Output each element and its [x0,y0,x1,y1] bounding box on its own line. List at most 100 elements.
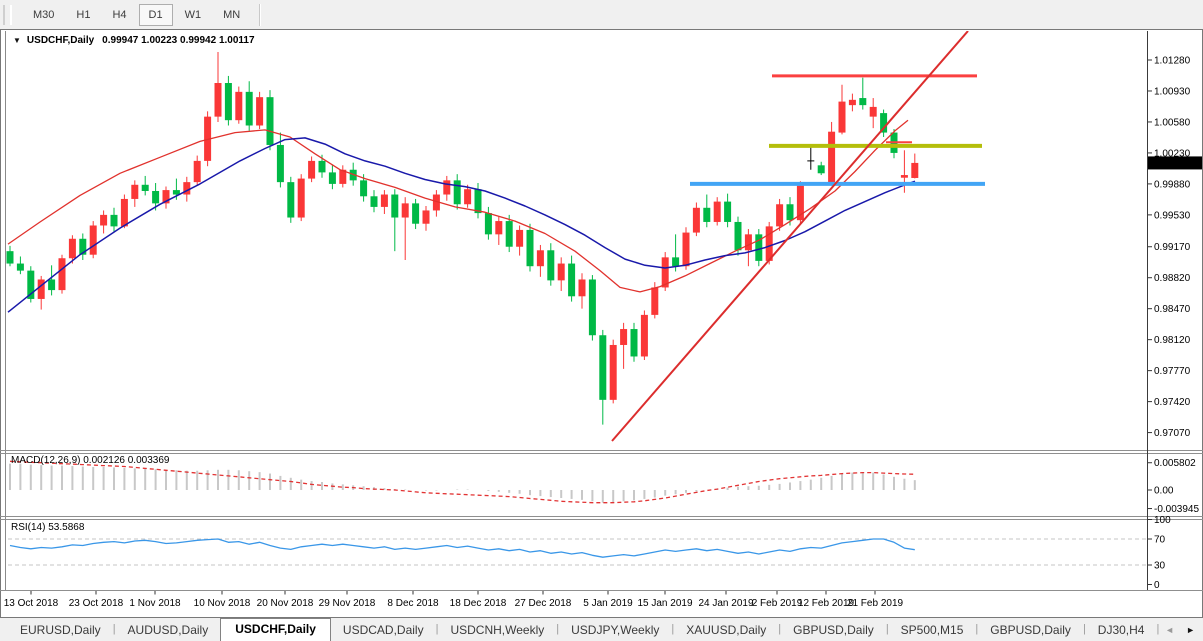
candle-up [911,162,919,178]
tab-usdchf-daily[interactable]: USDCHF,Daily [220,618,331,641]
tab-audusd-daily[interactable]: AUDUSD,Daily [116,620,221,641]
candle-up [495,221,503,235]
candle-up [422,210,430,224]
macd-axis-tick: -0.003945 [1154,504,1199,515]
candle-down [505,221,513,247]
timeframe-button-h1[interactable]: H1 [66,4,100,26]
date-axis-label: 2 Feb 2019 [752,598,803,609]
tab-sp500-m15[interactable]: SP500,M15 [889,620,976,641]
candle-down [245,91,253,126]
candle-down [568,263,576,297]
candle-up [609,344,617,400]
tab-scroll-left-icon[interactable]: ◄ [1165,625,1174,635]
chart-canvas[interactable]: 1.012801.009301.005801.002300.998800.995… [0,29,1203,618]
candle-up [848,99,856,106]
candle-up [256,97,264,126]
candle-down [817,165,825,174]
candle-down [724,201,732,222]
price-axis-tick: 0.99170 [1154,242,1191,253]
candle-down [412,203,420,224]
candle-up [193,160,201,183]
candle-up [308,160,316,179]
date-axis-label: 23 Oct 2018 [69,598,124,609]
candle-down [266,97,274,145]
rsi-indicator-label: RSI(14) 53.5868 [11,522,84,533]
candle-down [526,229,534,267]
price-axis-tick: 0.97420 [1154,397,1191,408]
chart-ohlc-values: 0.99947 1.00223 0.99942 1.00117 [102,35,255,46]
date-axis-label: 15 Jan 2019 [637,598,692,609]
rsi-axis-tick: 70 [1154,535,1166,546]
candle-down [370,196,378,207]
price-axis-tick: 0.98120 [1154,335,1191,346]
tab-scroll-right-icon[interactable]: ► [1186,625,1195,635]
tab-dj30-h4[interactable]: DJ30,H4 [1086,620,1157,641]
tab-gbpusd-daily[interactable]: GBPUSD,Daily [781,620,886,641]
macd-name: MACD(12,26,9) [11,455,81,466]
tab-usdcnh-weekly[interactable]: USDCNH,Weekly [438,620,556,641]
candle-down [453,180,461,205]
candle-down [152,190,160,204]
candle-down [703,207,711,222]
date-axis-label: 10 Nov 2018 [194,598,251,609]
candle-down [547,250,555,281]
price-axis-tick: 0.98470 [1154,304,1191,315]
timeframe-button-w1[interactable]: W1 [175,4,212,26]
candle-down [360,180,368,197]
price-axis-tick: 0.99530 [1154,210,1191,221]
date-axis-label: 1 Nov 2018 [129,598,181,609]
candle-up [692,207,700,233]
timeframe-button-mn[interactable]: MN [213,4,250,26]
candle-down [328,172,336,184]
candle-up [37,279,45,299]
macd-values: 0.002126 0.003369 [83,455,170,466]
symbol-dropdown-icon[interactable]: ▼ [13,36,21,45]
candle-up [131,184,139,199]
candle-up [68,238,76,259]
tab-xauusd-daily[interactable]: XAUUSD,Daily [674,620,778,641]
chart-title: ▼ USDCHF,Daily 0.99947 1.00223 0.99942 1.0… [13,35,255,46]
date-axis-label: 29 Nov 2018 [319,598,376,609]
date-axis-label: 27 Dec 2018 [515,598,572,609]
candle-up [640,314,648,357]
trading-terminal: { "toolbar": { "timeframes": [ {"label":… [0,0,1203,641]
timeframe-button-h4[interactable]: H4 [102,4,136,26]
chart-tab-bar: EURUSD,Daily | AUDUSD,Daily USDCHF,Daily USD… [0,618,1203,641]
rsi-axis-tick: 100 [1154,515,1171,526]
rsi-axis-tick: 30 [1154,561,1166,572]
chart-tabs: EURUSD,Daily | AUDUSD,Daily USDCHF,Daily USD… [8,618,1165,641]
candle-down [734,221,742,251]
timeframe-button-d1[interactable]: D1 [138,3,173,26]
toolbar-grip[interactable] [3,4,12,25]
candle-up [682,232,690,267]
timeframe-button-m30[interactable]: M30 [23,4,64,26]
date-axis-label: 24 Jan 2019 [698,598,753,609]
candle-up [900,175,908,178]
tab-usdjpy-weekly[interactable]: USDJPY,Weekly [559,620,671,641]
price-axis-tick: 0.97770 [1154,366,1191,377]
candle-up [620,329,628,345]
macd-axis-tick: 0.00 [1154,486,1174,497]
price-axis-tick: 0.98820 [1154,273,1191,284]
date-axis-label: 20 Nov 2018 [257,598,314,609]
candle-down [16,263,24,271]
tab-gbpusd-daily[interactable]: GBPUSD,Daily [978,620,1083,641]
candle-down [599,335,607,400]
candle-down [276,144,284,183]
tab-scrollers: ◄ ► [1165,618,1195,641]
tab-usdcad-daily[interactable]: USDCAD,Daily [331,620,436,641]
rsi-name: RSI(14) [11,522,46,533]
candle-down [141,184,149,191]
candle-up [578,279,586,297]
ascending-trendline [611,31,969,442]
macd-axis-tick: 0.005802 [1154,458,1196,469]
candle-down [48,279,56,291]
tab-eurusd-daily[interactable]: EURUSD,Daily [8,620,113,641]
date-axis-label: 18 Dec 2018 [450,598,507,609]
candle-up [297,178,305,218]
candle-down [224,83,232,121]
timeframe-buttons: M30 H1 H4 D1 W1 MN [22,3,251,26]
candle-up [713,201,721,222]
candle-down [588,279,596,336]
candle-up [100,214,108,226]
